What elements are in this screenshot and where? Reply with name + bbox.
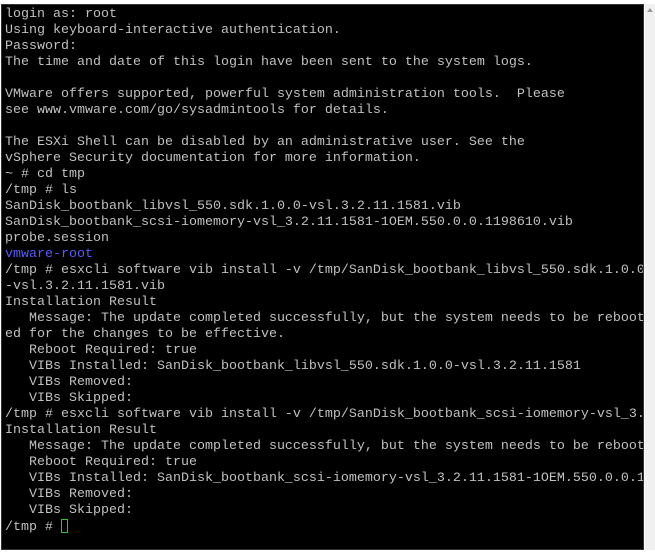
scrollbar[interactable] — [645, 4, 655, 550]
terminal-line: Password: — [5, 39, 77, 54]
terminal-line: The ESXi Shell can be disabled by an adm… — [5, 135, 525, 150]
terminal-line: probe.session — [5, 231, 109, 246]
terminal-line: ~ # cd tmp — [5, 167, 85, 182]
directory-entry: vmware-root — [5, 247, 93, 262]
prompt-line[interactable]: /tmp # — [5, 519, 643, 535]
terminal-line: Message: The update completed successful… — [5, 439, 644, 454]
terminal-line: The time and date of this login have bee… — [5, 55, 533, 70]
scroll-up-arrow-icon[interactable] — [647, 8, 653, 12]
terminal-window[interactable]: login as: root Using keyboard-interactive… — [1, 4, 644, 550]
terminal-line: VIBs Removed: — [5, 487, 133, 502]
terminal-line: VIBs Skipped: — [5, 503, 133, 518]
terminal-line: Message: The update completed successful… — [5, 311, 644, 326]
terminal-output: login as: root Using keyboard-interactive… — [5, 7, 644, 535]
terminal-line: VIBs Skipped: — [5, 391, 133, 406]
terminal-line: /tmp # esxcli software vib install -v /t… — [5, 263, 644, 278]
terminal-line: Installation Result — [5, 295, 157, 310]
terminal-line: SanDisk_bootbank_scsi-iomemory-vsl_3.2.1… — [5, 215, 573, 230]
terminal-line: -vsl.3.2.11.1581.vib — [5, 279, 165, 294]
terminal-line: VIBs Removed: — [5, 375, 133, 390]
cursor — [61, 519, 68, 533]
terminal-line: Installation Result — [5, 423, 157, 438]
terminal-line: /tmp # ls — [5, 183, 77, 198]
terminal-line: SanDisk_bootbank_libvsl_550.sdk.1.0.0-vs… — [5, 199, 461, 214]
terminal-line: vSphere Security documentation for more … — [5, 151, 421, 166]
terminal-line: VIBs Installed: SanDisk_bootbank_scsi-io… — [5, 471, 644, 486]
prompt: /tmp # — [5, 520, 61, 535]
terminal-line: see www.vmware.com/go/sysadmintools for … — [5, 103, 389, 118]
terminal-line: Using keyboard-interactive authenticatio… — [5, 23, 341, 38]
terminal-line: Reboot Required: true — [5, 343, 197, 358]
terminal-line: /tmp # esxcli software vib install -v /t… — [5, 407, 644, 422]
terminal-line: ed for the changes to be effective. — [5, 327, 285, 342]
terminal-line: VIBs Installed: SanDisk_bootbank_libvsl_… — [5, 359, 581, 374]
terminal-line: VMware offers supported, powerful system… — [5, 87, 565, 102]
terminal-line: login as: root — [5, 7, 117, 22]
terminal-line: Reboot Required: true — [5, 455, 197, 470]
